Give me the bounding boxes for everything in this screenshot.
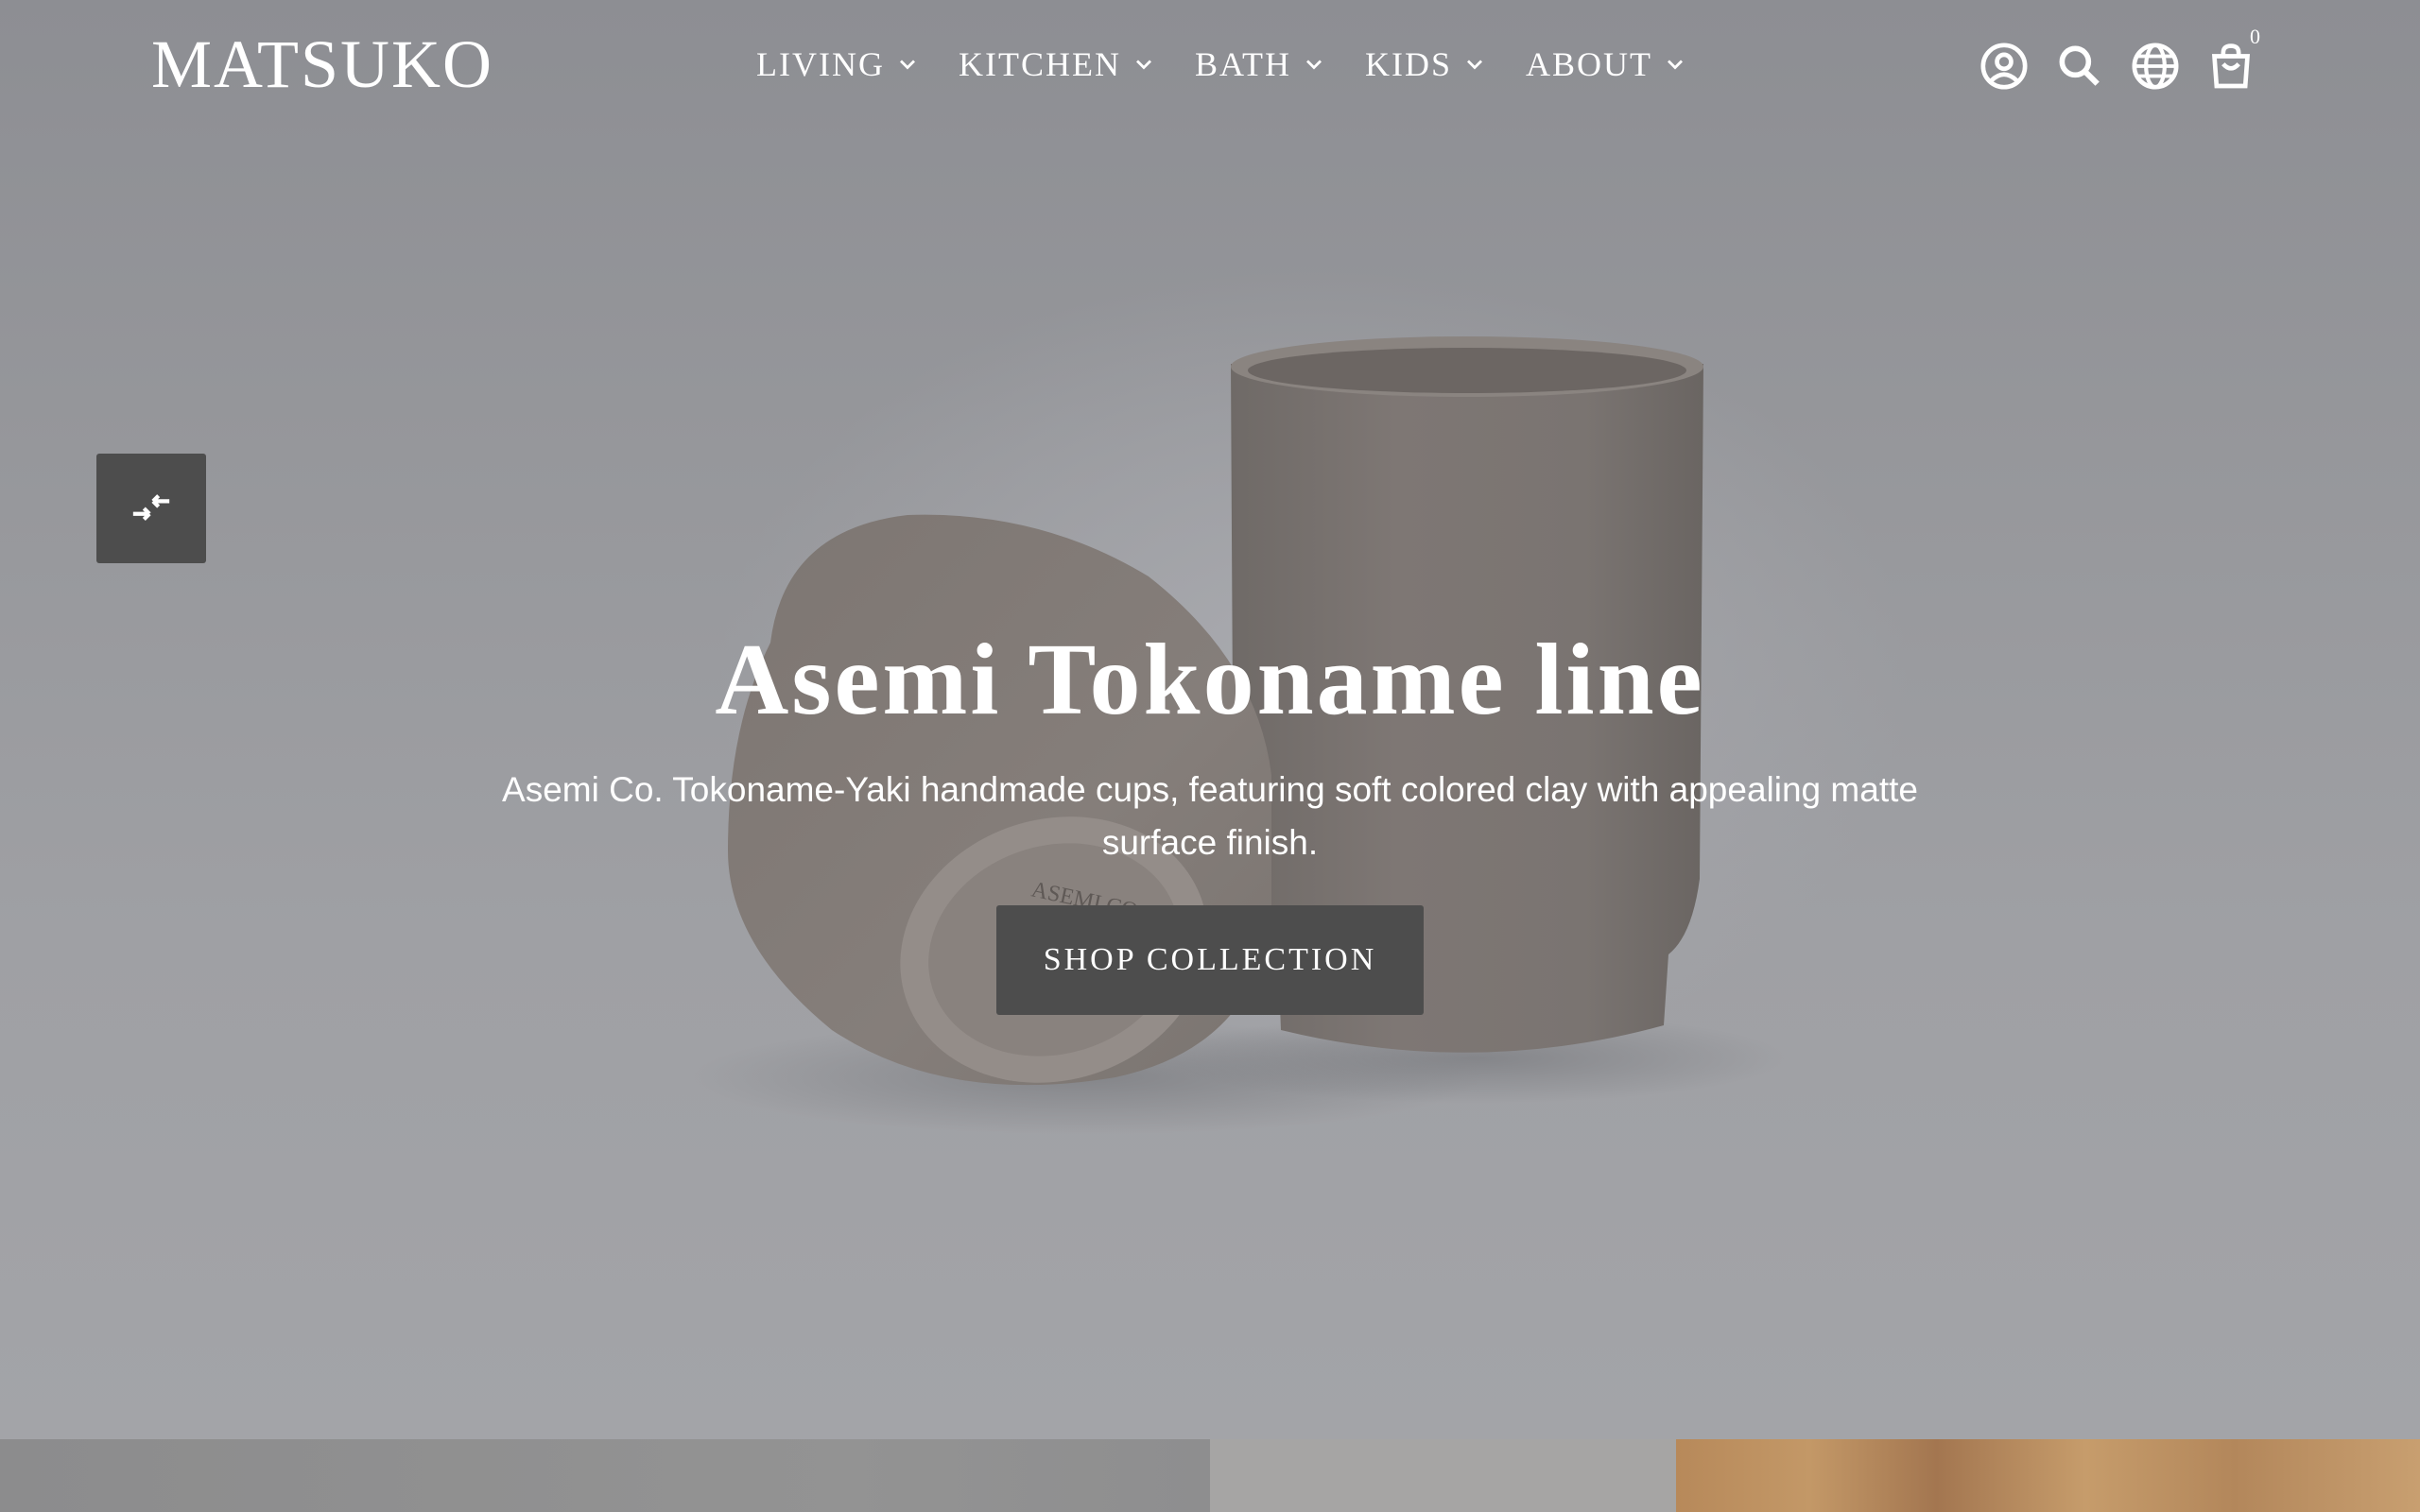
chevron-down-icon (1305, 60, 1322, 70)
shop-collection-button[interactable]: SHOP COLLECTION (996, 905, 1424, 1015)
chevron-down-icon (1135, 60, 1151, 70)
globe-icon[interactable] (2129, 40, 2182, 93)
nav-item-kitchen[interactable]: KITCHEN (959, 38, 1157, 91)
nav-item-kids[interactable]: KIDS (1365, 38, 1488, 91)
chevron-down-icon (1466, 60, 1482, 70)
nav-label: ABOUT (1525, 45, 1652, 83)
nav-label: BATH (1194, 45, 1291, 83)
site-header: MATSUKO LIVING KITCHEN BATH KIDS ABOUT 0 (0, 0, 2420, 132)
cart-count-badge: 0 (2250, 25, 2260, 48)
chevron-down-icon (899, 60, 915, 70)
nav-item-bath[interactable]: BATH (1195, 38, 1327, 91)
site-logo[interactable]: MATSUKO (151, 25, 493, 104)
collection-tile[interactable] (1676, 1439, 2420, 1512)
nav-label: KIDS (1364, 45, 1452, 83)
nav-label: LIVING (756, 45, 885, 83)
slideshow-pause-button[interactable] (96, 454, 206, 563)
hero-subtitle: Asemi Co. Tokoname-Yaki handmade cups, f… (502, 770, 1918, 862)
nav-label: KITCHEN (958, 45, 1121, 83)
account-icon[interactable] (1978, 40, 2031, 93)
hero-title: Asemi Tokoname line (715, 624, 1705, 736)
chevron-down-icon (1667, 60, 1683, 70)
collection-tile[interactable] (1210, 1439, 1676, 1512)
pause-collapse-icon (132, 494, 170, 521)
collection-tile[interactable] (0, 1439, 1210, 1512)
nav-item-about[interactable]: ABOUT (1526, 38, 1688, 91)
main-nav: LIVING KITCHEN BATH KIDS ABOUT (756, 38, 1726, 91)
collection-strip (0, 1439, 2420, 1512)
hero-banner: ASEMI CO. MATSUKO LIVING KITCHEN BATH KI… (0, 0, 2420, 1439)
nav-item-living[interactable]: LIVING (756, 38, 921, 91)
search-icon[interactable] (2053, 40, 2106, 93)
